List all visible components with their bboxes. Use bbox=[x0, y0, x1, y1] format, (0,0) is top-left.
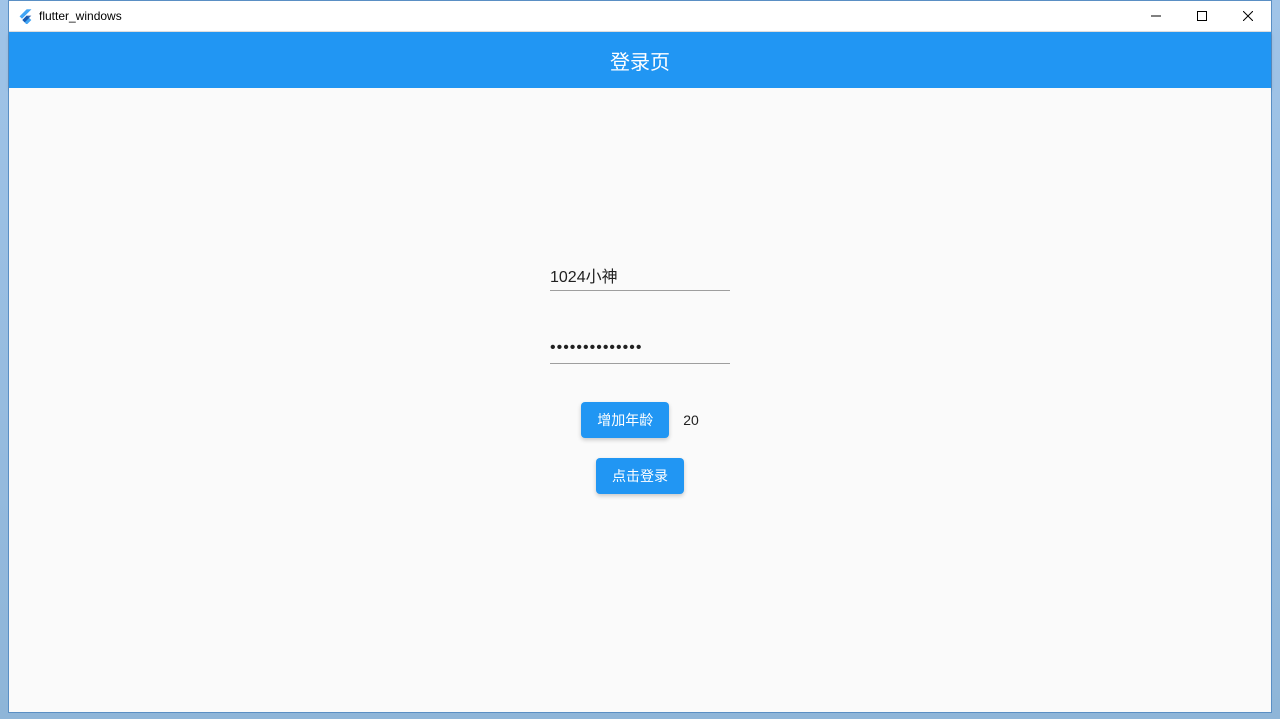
minimize-button[interactable] bbox=[1133, 1, 1179, 31]
app-window: flutter_windows 登录页 增加年龄 20 点击登录 bbox=[8, 0, 1272, 713]
close-button[interactable] bbox=[1225, 1, 1271, 31]
username-input[interactable] bbox=[550, 258, 730, 291]
titlebar: flutter_windows bbox=[9, 1, 1271, 32]
age-value: 20 bbox=[683, 412, 699, 428]
increase-age-button[interactable]: 增加年龄 bbox=[581, 402, 669, 438]
page-title: 登录页 bbox=[610, 46, 670, 75]
maximize-button[interactable] bbox=[1179, 1, 1225, 31]
app-bar: 登录页 bbox=[9, 32, 1271, 88]
app-body: 增加年龄 20 点击登录 bbox=[9, 88, 1271, 712]
login-button[interactable]: 点击登录 bbox=[596, 458, 684, 494]
flutter-icon bbox=[17, 8, 33, 24]
window-title: flutter_windows bbox=[39, 9, 1133, 23]
password-input[interactable] bbox=[550, 331, 730, 364]
age-row: 增加年龄 20 bbox=[581, 402, 699, 438]
window-controls bbox=[1133, 1, 1271, 31]
